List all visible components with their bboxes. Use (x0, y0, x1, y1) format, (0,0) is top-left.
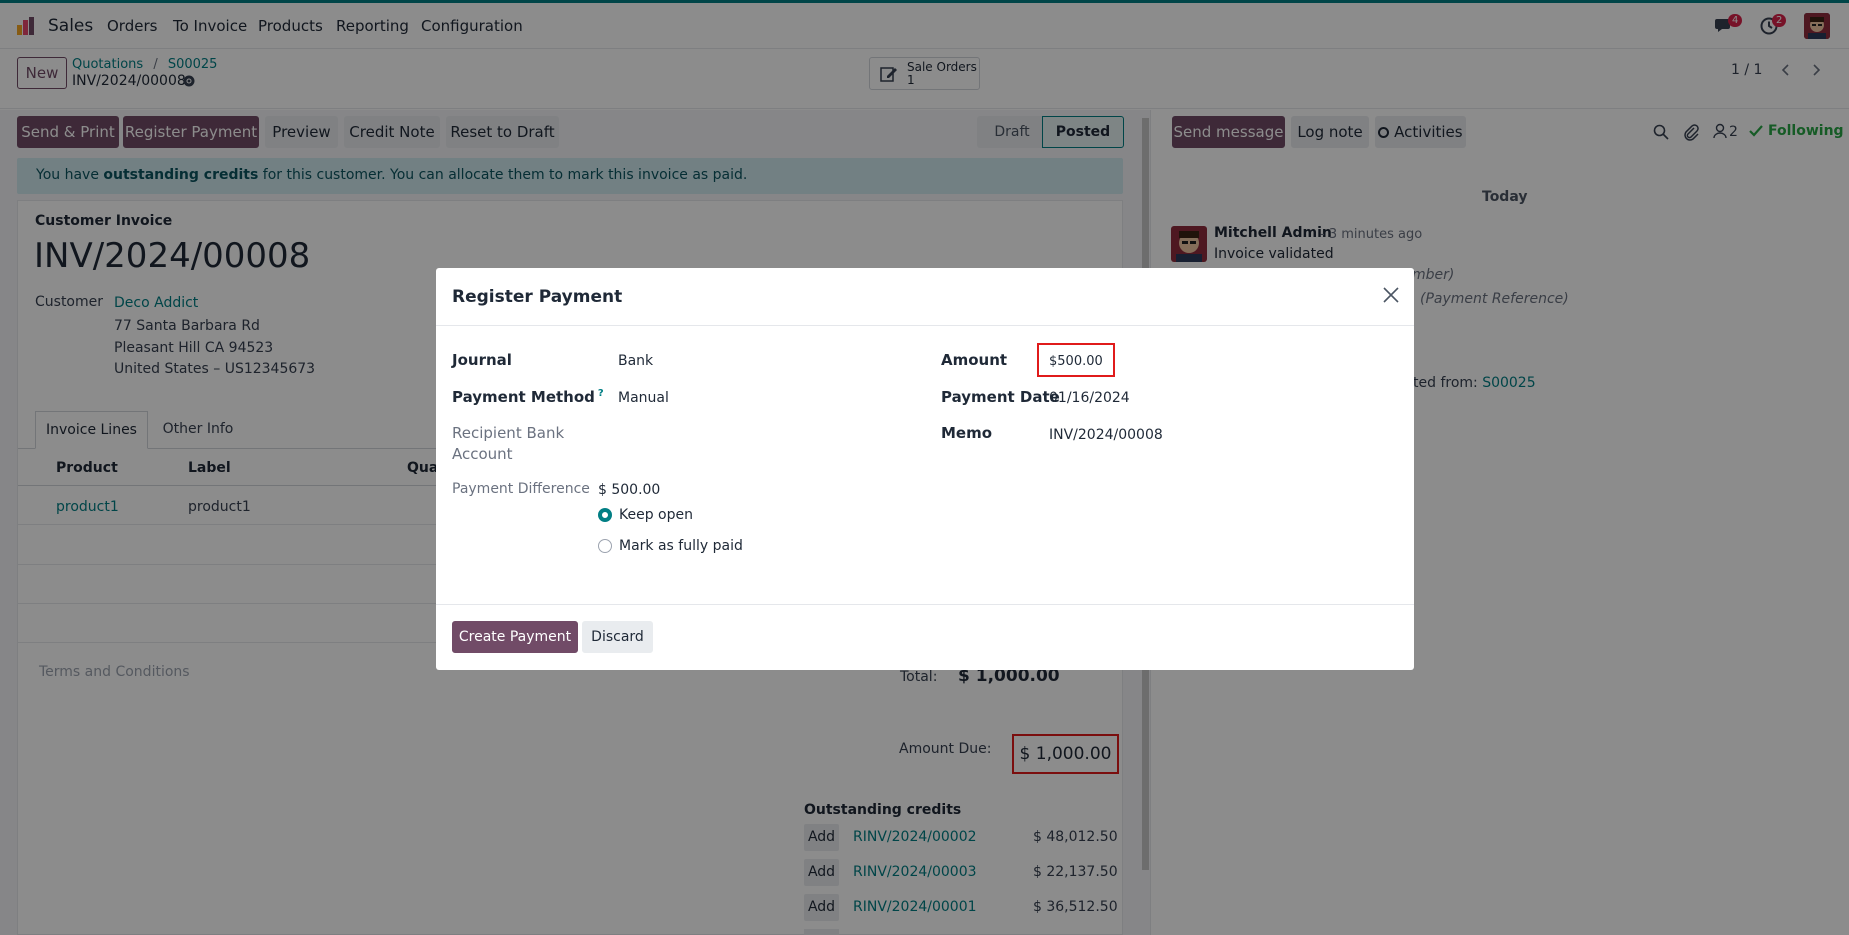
payment-date-input[interactable]: 01/16/2024 (1049, 390, 1130, 406)
amount-label: Amount (941, 351, 1008, 369)
create-payment-button[interactable]: Create Payment (452, 621, 578, 653)
register-payment-dialog: Register Payment Journal Bank Payment Me… (436, 268, 1414, 670)
help-tooltip-icon[interactable]: ? (598, 388, 604, 399)
payment-method-label: Payment Method? (452, 388, 604, 406)
close-icon[interactable] (1382, 286, 1400, 304)
payment-method-label-text: Payment Method (452, 388, 595, 406)
payment-difference-value: $ 500.00 (598, 482, 661, 498)
memo-input[interactable]: INV/2024/00008 (1049, 427, 1163, 443)
footer-divider (436, 604, 1414, 605)
discard-button[interactable]: Discard (582, 621, 653, 653)
recipient-bank-label-2: Account (452, 445, 513, 463)
header-divider (436, 325, 1414, 326)
mark-fully-paid-radio[interactable] (598, 539, 612, 553)
payment-difference-label: Payment Difference (452, 481, 590, 497)
memo-label: Memo (941, 424, 993, 442)
keep-open-label[interactable]: Keep open (619, 507, 693, 523)
recipient-bank-label-1: Recipient Bank (452, 424, 565, 442)
mark-fully-paid-label[interactable]: Mark as fully paid (619, 538, 743, 554)
amount-input[interactable]: $500.00 (1037, 343, 1115, 377)
journal-field[interactable]: Bank (618, 353, 653, 369)
journal-label: Journal (452, 351, 512, 369)
payment-method-field[interactable]: Manual (618, 390, 669, 406)
keep-open-radio[interactable] (598, 508, 612, 522)
dialog-title: Register Payment (452, 287, 623, 307)
payment-date-label: Payment Date (941, 388, 1060, 406)
